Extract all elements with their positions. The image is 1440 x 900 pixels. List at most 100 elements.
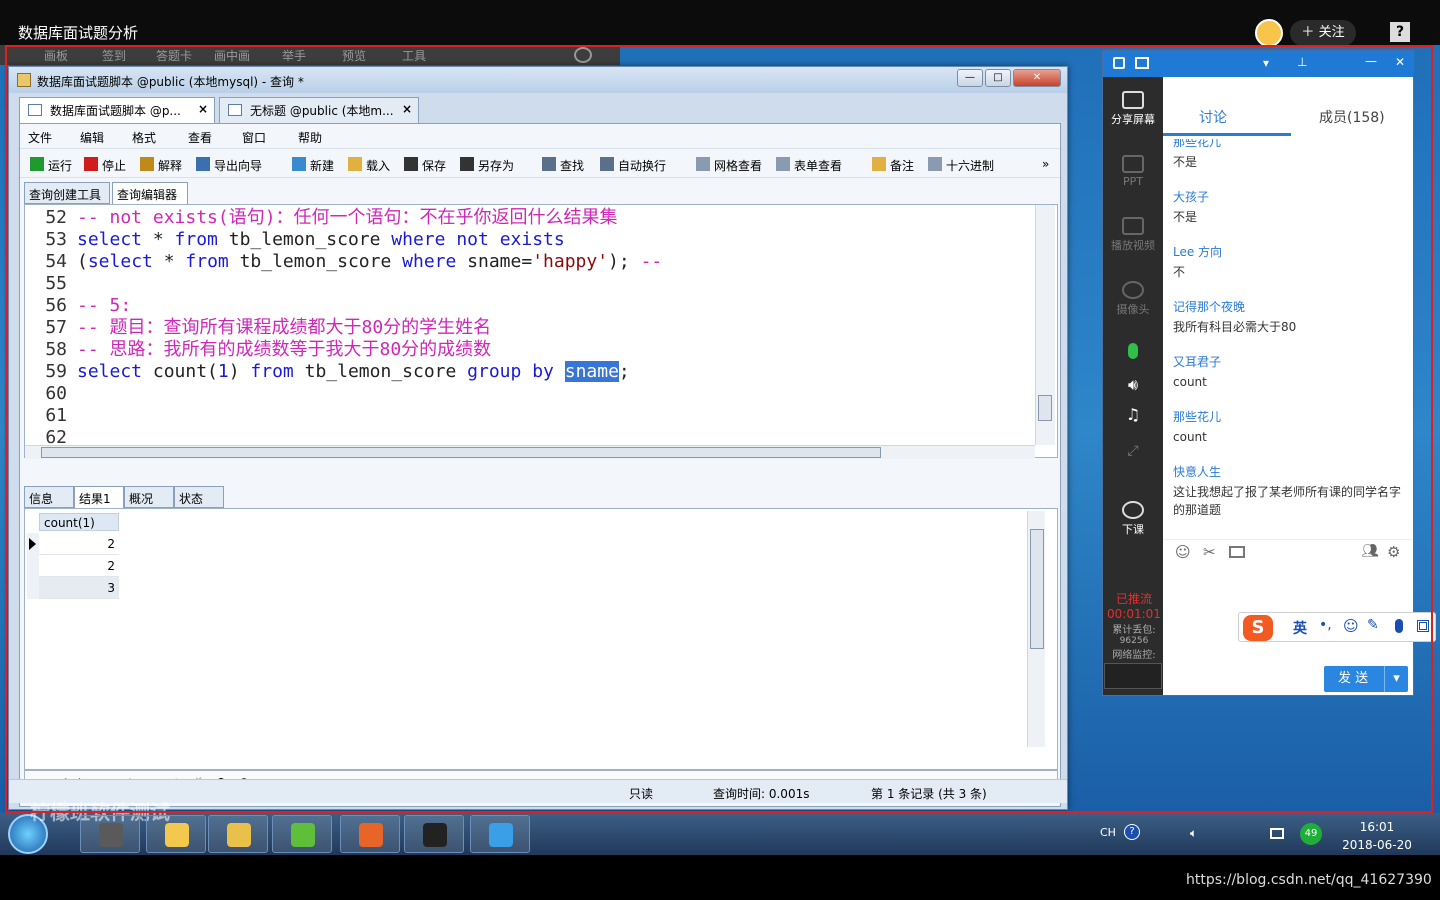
menu-window[interactable]: 窗口 xyxy=(242,129,266,146)
close-icon[interactable]: ✕ xyxy=(1395,55,1405,69)
code-line[interactable]: (select * from tb_lemon_score where snam… xyxy=(77,251,662,273)
minimize-button[interactable]: — xyxy=(957,69,983,87)
toolbar-item-tools[interactable]: 工具 xyxy=(402,47,426,64)
toolbar-item-checkin[interactable]: 签到 xyxy=(102,47,126,64)
maximize-button[interactable]: □ xyxy=(985,69,1011,87)
camera-button[interactable]: 摄像头 xyxy=(1103,281,1163,317)
volume-icon[interactable]: 🔈︎ xyxy=(1190,826,1197,841)
message-author[interactable]: 大孩子 xyxy=(1173,188,1209,205)
tab-overview[interactable]: 概况 xyxy=(124,486,174,508)
power-icon[interactable] xyxy=(574,47,592,63)
gear-icon[interactable]: ⚙ xyxy=(1387,543,1400,561)
follow-button[interactable]: ＋ 关注 xyxy=(1290,20,1356,46)
emoji-icon[interactable]: ☺ xyxy=(1175,543,1191,561)
tab-info[interactable]: 信息 xyxy=(24,486,74,508)
toolbar-item-answer-card[interactable]: 答题卡 xyxy=(156,47,192,64)
mic-icon[interactable] xyxy=(1103,343,1163,362)
tab-result1[interactable]: 结果1 xyxy=(74,486,124,508)
punctuation-icon[interactable]: •, xyxy=(1319,617,1332,633)
help-icon[interactable]: ? xyxy=(1124,824,1140,840)
chevron-down-icon[interactable]: ▾ xyxy=(1263,56,1269,70)
tab-query-editor[interactable]: 查询编辑器 xyxy=(112,182,188,204)
editor-horizontal-scrollbar[interactable] xyxy=(25,445,1035,459)
toolbar-item-pip[interactable]: 画中画 xyxy=(214,47,250,64)
users-icon[interactable]: 👥︎ xyxy=(1361,543,1379,559)
code-line[interactable]: -- 5: xyxy=(77,295,131,317)
ppt-button[interactable]: PPT xyxy=(1103,155,1163,188)
tray-clock[interactable]: 16:01 2018-06-20 xyxy=(1340,818,1414,854)
taskbar-app-4[interactable] xyxy=(272,815,332,853)
word-wrap-button[interactable]: 自动换行 xyxy=(600,157,666,174)
minimize-icon[interactable]: — xyxy=(1365,54,1377,68)
editor-vertical-scrollbar[interactable] xyxy=(1035,205,1055,445)
taskbar-app-5[interactable] xyxy=(340,815,400,853)
scroll-thumb[interactable] xyxy=(1030,529,1044,649)
taskbar-app-3[interactable] xyxy=(208,815,268,853)
taskbar-app-1[interactable] xyxy=(80,815,140,853)
panel-titlebar[interactable]: ▾ ⊥ — ✕ xyxy=(1103,51,1413,77)
run-button[interactable]: 运行 xyxy=(30,157,72,174)
menu-edit[interactable]: 编辑 xyxy=(80,129,104,146)
grid-view-button[interactable]: 网格查看 xyxy=(696,157,762,174)
window-titlebar[interactable]: 数据库面试题脚本 @public (本地mysql) - 查询 * — □ ✕ xyxy=(9,67,1067,93)
code-line[interactable]: select count(1) from tb_lemon_score grou… xyxy=(77,361,630,383)
save-as-button[interactable]: 另存为 xyxy=(460,157,514,174)
menu-view[interactable]: 查看 xyxy=(188,129,212,146)
pen-icon[interactable]: ✎ xyxy=(1367,617,1379,633)
tab-close-icon[interactable]: × xyxy=(198,102,208,116)
tab-query-script[interactable]: 数据库面试题脚本 @p... × xyxy=(19,97,215,123)
message-author[interactable]: 那些花儿 xyxy=(1173,408,1221,425)
tab-close-icon[interactable]: × xyxy=(402,102,412,116)
tab-members[interactable]: 成员(158) xyxy=(1319,107,1385,127)
toolbar-item-preview[interactable]: 预览 xyxy=(342,47,366,64)
voice-icon[interactable] xyxy=(1395,619,1403,633)
message-author[interactable]: 那些花儿 xyxy=(1173,139,1221,150)
end-class-button[interactable]: 下课 xyxy=(1103,501,1163,537)
toolbar-item-whiteboard[interactable]: 画板 xyxy=(44,47,68,64)
security-badge[interactable]: 49 xyxy=(1300,823,1322,845)
menu-help[interactable]: 帮助 xyxy=(298,129,322,146)
stop-button[interactable]: 停止 xyxy=(84,157,126,174)
message-author[interactable]: 快意人生 xyxy=(1173,463,1221,480)
form-view-button[interactable]: 表单查看 xyxy=(776,157,842,174)
message-author[interactable]: Lee 方向 xyxy=(1173,243,1222,260)
taskbar-app-6[interactable] xyxy=(404,815,464,853)
message-author[interactable]: 记得那个夜晚 xyxy=(1173,298,1245,315)
scissors-icon[interactable]: ✂ xyxy=(1203,543,1216,561)
send-options-icon[interactable]: ▾ xyxy=(1384,666,1408,692)
sogou-logo-icon[interactable]: S xyxy=(1243,615,1273,641)
table-row[interactable]: 3 xyxy=(39,577,119,599)
popout-icon[interactable] xyxy=(1135,57,1149,69)
hex-button[interactable]: 十六进制 xyxy=(928,157,994,174)
play-video-button[interactable]: 播放视频 xyxy=(1103,217,1163,253)
scroll-thumb[interactable] xyxy=(41,447,881,458)
menu-file[interactable]: 文件 xyxy=(28,129,52,146)
result-vertical-scrollbar[interactable] xyxy=(1027,511,1045,747)
fullscreen-icon[interactable]: ⤢ xyxy=(1103,443,1163,459)
sql-editor[interactable]: 52 53 54 55 56 57 58 59 60 61 62 -- not exists(语句)… xyxy=(24,204,1058,459)
music-icon[interactable]: ♫ xyxy=(1103,405,1163,424)
ime-language[interactable]: 英 xyxy=(1293,618,1307,638)
code-line[interactable]: -- 题目：查询所有课程成绩都大于80分的学生姓名 xyxy=(77,317,491,339)
export-wizard-button[interactable]: 导出向导 xyxy=(196,157,262,174)
tab-untitled[interactable]: 无标题 @public (本地m... × xyxy=(219,97,419,123)
scroll-thumb[interactable] xyxy=(1038,395,1052,421)
taskbar-app-7[interactable] xyxy=(470,815,530,853)
close-button[interactable]: ✕ xyxy=(1013,69,1061,87)
network-icon[interactable] xyxy=(1270,828,1284,839)
toolbar-item-raise-hand[interactable]: 举手 xyxy=(282,47,306,64)
host-avatar[interactable] xyxy=(1255,19,1283,47)
settings-icon[interactable] xyxy=(1113,57,1125,69)
message-author[interactable]: 又耳君子 xyxy=(1173,353,1221,370)
load-button[interactable]: 载入 xyxy=(348,157,390,174)
tab-query-builder[interactable]: 查询创建工具 xyxy=(24,182,110,204)
table-row[interactable]: 2 xyxy=(39,533,119,555)
taskbar-app-2[interactable] xyxy=(146,815,206,853)
code-line[interactable]: -- not exists(语句)：任何一个语句：不在乎你返回什么结果集 xyxy=(77,207,618,229)
tab-status[interactable]: 状态 xyxy=(174,486,224,508)
speaker-icon[interactable]: 🔊︎ xyxy=(1103,375,1163,395)
emoji-icon[interactable]: ☺ xyxy=(1343,617,1359,635)
help-icon[interactable]: ? xyxy=(1390,22,1410,42)
tray-language[interactable]: CH xyxy=(1100,826,1116,839)
code-line[interactable]: select * from tb_lemon_score where not e… xyxy=(77,229,565,251)
